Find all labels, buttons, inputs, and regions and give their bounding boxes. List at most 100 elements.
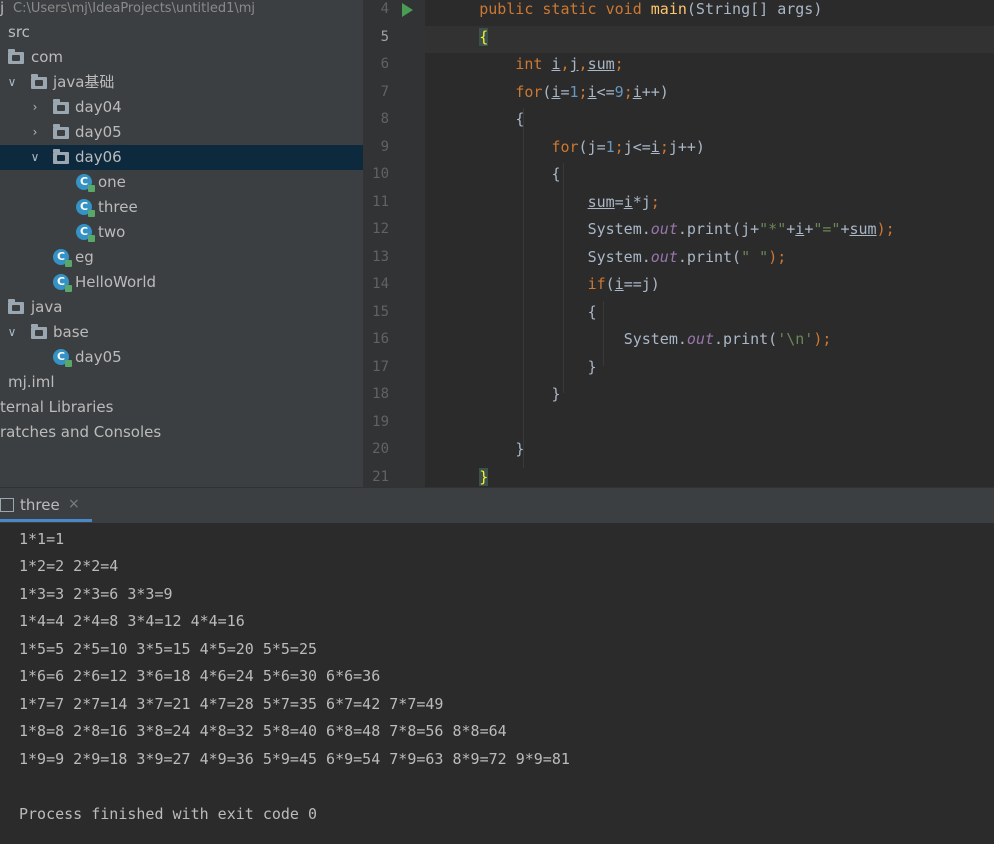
folder-icon (53, 99, 69, 114)
tree-item-label: src (8, 23, 30, 41)
tree-item-three[interactable]: C three (0, 195, 363, 220)
console-line: 1*9=9 2*9=18 3*9=27 4*9=36 5*9=45 6*9=54… (19, 750, 570, 768)
code-line-9: for(j=1;j<=i;j++) (551, 138, 705, 156)
line-number: 15 (372, 304, 389, 320)
tree-item-java[interactable]: java (0, 295, 363, 320)
tab-three[interactable]: three × (0, 488, 92, 524)
console-line: 1*7=7 2*7=14 3*7=21 4*7=28 5*7=35 6*7=42… (19, 695, 444, 713)
line-number: 5 (380, 29, 389, 45)
code-line-16: System.out.print('\n'); (623, 330, 832, 348)
line-number: 10 (372, 166, 389, 182)
tree-item-label: day06 (75, 148, 122, 166)
tree-item-base[interactable]: ∨ base (0, 320, 363, 345)
console-exit-line: Process finished with exit code 0 (19, 805, 318, 823)
tab-label: three (20, 496, 60, 514)
line-number: 7 (380, 84, 389, 100)
editor-gutter: 4 5 6 7 8 9 10 11 12 13 14 15 16 17 18 1… (363, 0, 441, 487)
tree-item-label: day04 (75, 98, 122, 116)
line-number: 13 (372, 249, 389, 265)
tree-item-external-libraries[interactable]: ternal Libraries (0, 395, 363, 420)
chevron-down-icon[interactable]: ∨ (5, 70, 19, 95)
code-editor[interactable]: public static void main(String[] args) {… (425, 0, 994, 487)
tree-item-label: HelloWorld (75, 273, 157, 291)
folder-icon (31, 324, 47, 339)
tree-item-label: java基础 (53, 73, 115, 91)
console-icon (0, 498, 14, 512)
line-number: 11 (372, 194, 389, 210)
line-number: 18 (372, 386, 389, 402)
folder-icon (31, 74, 47, 89)
java-class-icon: C (53, 249, 72, 267)
console-line: 1*4=4 2*4=8 3*4=12 4*4=16 (19, 612, 245, 630)
tree-root-path: C:\Users\mj\IdeaProjects\untitled1\mj (13, 1, 256, 16)
tree-root[interactable]: j C:\Users\mj\IdeaProjects\untitled1\mj (0, 0, 363, 21)
tree-item-base-day05[interactable]: C day05 (0, 345, 363, 370)
chevron-down-icon[interactable]: ∨ (28, 145, 42, 170)
code-line-14: if(i==j) (587, 275, 660, 293)
tree-item-label: ratches and Consoles (0, 423, 162, 441)
code-line-11: sum=i*j; (587, 193, 660, 211)
tree-item-label: mj.iml (8, 373, 55, 391)
chevron-right-icon[interactable]: › (28, 120, 42, 145)
tree-item-label: two (98, 223, 126, 241)
chevron-down-icon[interactable]: ∨ (5, 320, 19, 345)
project-tree: j C:\Users\mj\IdeaProjects\untitled1\mj … (0, 0, 363, 487)
tree-item-label: three (98, 198, 138, 216)
code-line-17: } (587, 358, 597, 376)
tree-item-label: java (31, 298, 63, 316)
code-line-10: { (551, 165, 561, 183)
tree-item-two[interactable]: C two (0, 220, 363, 245)
line-number: 12 (372, 221, 389, 237)
code-line-7: for(i=1;i<=9;i++) (515, 83, 669, 101)
tree-item-helloworld[interactable]: C HelloWorld (0, 270, 363, 295)
line-number: 8 (380, 111, 389, 127)
tree-item-src[interactable]: src (0, 20, 363, 45)
line-number: 16 (372, 331, 389, 347)
java-class-icon: C (76, 199, 95, 217)
console-output[interactable]: 1*1=1 1*2=2 2*2=4 1*3=3 2*3=6 3*3=9 1*4=… (0, 523, 994, 844)
tree-item-com[interactable]: com (0, 45, 363, 70)
line-number: 19 (372, 414, 389, 430)
tree-item-label: ternal Libraries (0, 398, 114, 416)
java-class-icon: C (53, 274, 72, 292)
tree-item-label: com (31, 48, 64, 66)
run-icon[interactable] (402, 3, 413, 17)
folder-icon (8, 299, 24, 314)
tree-item-one[interactable]: C one (0, 170, 363, 195)
folder-icon (8, 49, 24, 64)
tree-item-day05[interactable]: › day05 (0, 120, 363, 145)
tree-item-scratches[interactable]: ratches and Consoles (0, 420, 363, 445)
tree-item-java-jichu[interactable]: ∨ java基础 (0, 70, 363, 95)
java-class-icon: C (53, 349, 72, 367)
code-line-18: } (551, 385, 561, 403)
console-line: 1*3=3 2*3=6 3*3=9 (19, 585, 173, 603)
line-number: 9 (380, 139, 389, 155)
line-number: 6 (380, 56, 389, 72)
code-line-15: { (587, 303, 597, 321)
console-line: 1*5=5 2*5=10 3*5=15 4*5=20 5*5=25 (19, 640, 318, 658)
tree-item-label: one (98, 173, 126, 191)
chevron-right-icon[interactable]: › (28, 95, 42, 120)
tree-item-label: day05 (75, 123, 122, 141)
console-line: 1*2=2 2*2=4 (19, 557, 119, 575)
line-number: 20 (372, 441, 389, 457)
java-class-icon: C (76, 224, 95, 242)
code-line-13: System.out.print(" "); (587, 248, 787, 266)
close-icon[interactable]: × (68, 496, 80, 512)
console-line: 1*1=1 (19, 530, 65, 548)
java-class-icon: C (76, 174, 95, 192)
folder-icon (53, 149, 69, 164)
folder-icon (53, 124, 69, 139)
code-line-8: { (515, 110, 525, 128)
tree-item-label: eg (75, 248, 94, 266)
tree-item-day06[interactable]: ∨ day06 (0, 145, 363, 170)
code-line-6: int i,j,sum; (515, 55, 624, 73)
tree-item-mj-iml[interactable]: ​ mj.iml (0, 370, 363, 395)
tree-item-eg[interactable]: C eg (0, 245, 363, 270)
line-number: 14 (372, 276, 389, 292)
code-line-21: } (479, 468, 489, 486)
tree-item-day04[interactable]: › day04 (0, 95, 363, 120)
code-line-4: public static void main(String[] args) (479, 0, 823, 18)
run-tool-window-header: three × (0, 487, 994, 524)
